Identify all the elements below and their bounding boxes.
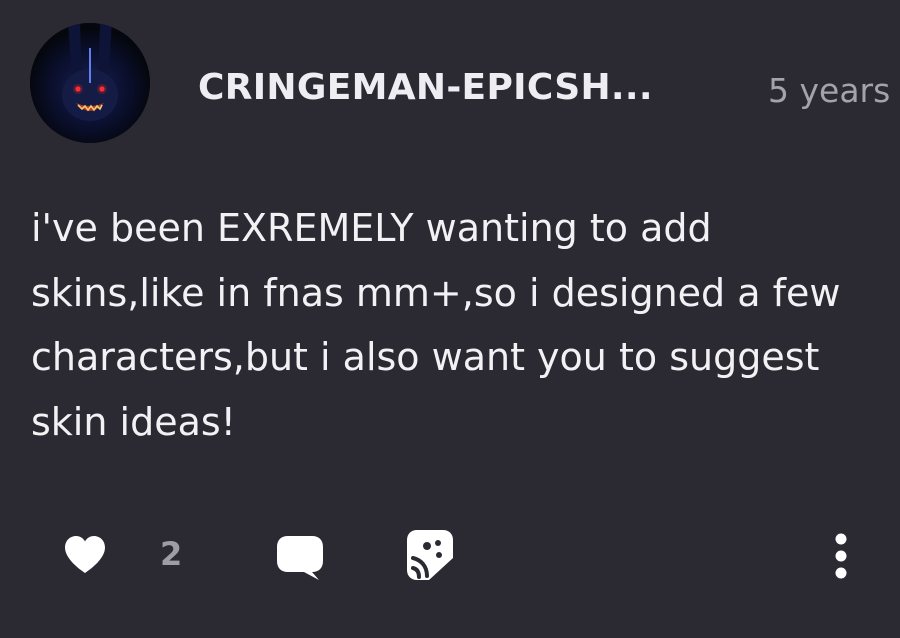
post-timestamp: 5 years: [768, 71, 891, 110]
sticker-icon[interactable]: [405, 528, 455, 582]
post-card: CRINGEMAN-EPICSH... 5 years i've been EX…: [0, 0, 900, 638]
speech-bubble-icon[interactable]: [274, 532, 326, 582]
author-name[interactable]: CRINGEMAN-EPICSH...: [198, 66, 653, 110]
like-count: 2: [160, 535, 183, 573]
avatar-image: [30, 23, 150, 143]
vertical-dots-icon[interactable]: [830, 530, 852, 582]
avatar[interactable]: [30, 23, 150, 143]
heart-icon[interactable]: [62, 532, 108, 578]
post-body: i've been EXREMELY wanting to add skins,…: [31, 206, 841, 444]
